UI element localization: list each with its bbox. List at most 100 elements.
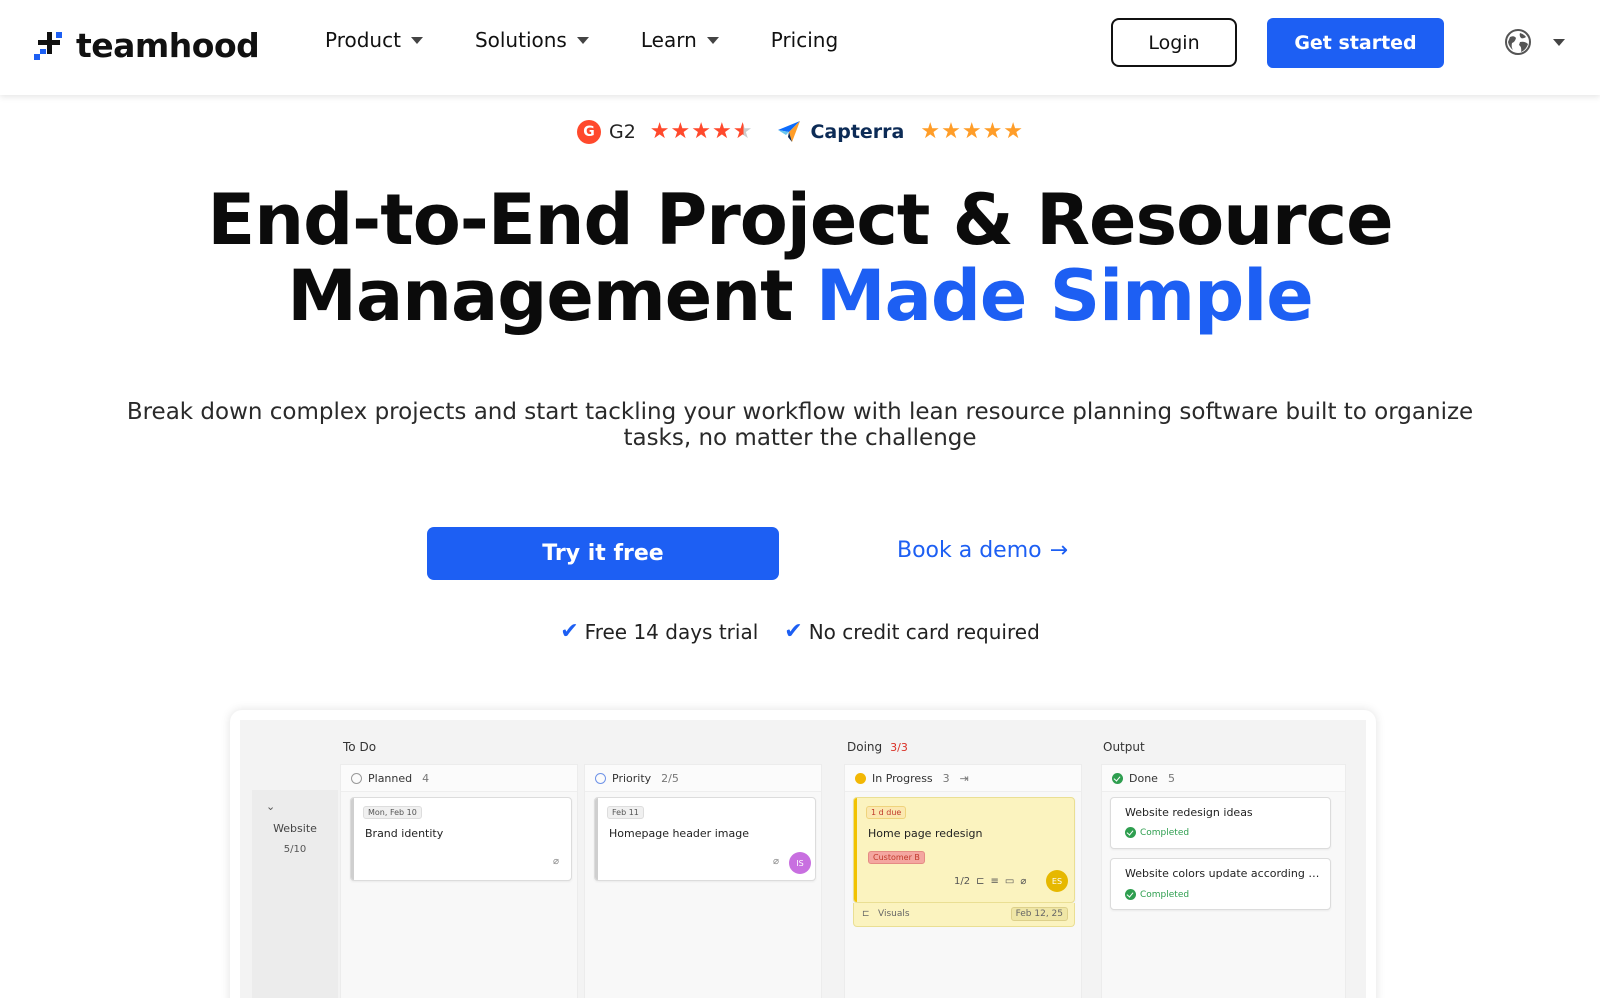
star-icon: ★ <box>941 119 961 144</box>
check-circle-icon <box>1125 827 1136 838</box>
hero-title-line1: End-to-End Project & Resource <box>207 179 1393 261</box>
star-icon: ★ <box>1003 119 1024 144</box>
teamhood-logo-icon <box>34 31 62 60</box>
subcolumn-label: In Progress <box>872 771 933 785</box>
column-header-doing: Doing 3/3 <box>847 740 908 754</box>
product-screenshot: To Do Doing 3/3 Output ⌄ Website 5/10 Pla… <box>230 710 1376 998</box>
card-color-bar <box>854 798 857 902</box>
nav-item-learn[interactable]: Learn <box>641 28 719 52</box>
customer-label: Customer B <box>868 851 925 864</box>
chevron-down-icon <box>1553 38 1565 46</box>
status-circle-icon <box>351 772 362 784</box>
checkmark-icon: ✔ <box>784 619 803 644</box>
swimlane-website[interactable]: ⌄ Website 5/10 <box>252 790 338 998</box>
avatar[interactable]: ES <box>1046 870 1068 892</box>
login-button[interactable]: Login <box>1111 18 1237 67</box>
subcolumn-count: 5 <box>1167 771 1175 785</box>
column-label: Output <box>1103 740 1145 754</box>
card-website-redesign-ideas[interactable]: Website redesign ideas Completed <box>1110 797 1331 849</box>
subcolumn-count: 2/5 <box>661 771 679 785</box>
card-meta-icons: 1/2 ⊏ ≡ ▭ ⌀ <box>954 876 1026 887</box>
in-progress-icon <box>855 772 866 784</box>
card-website-colors-update[interactable]: Website colors update according to t... … <box>1110 858 1331 910</box>
subcolumn-count: 3 <box>942 771 950 785</box>
star-icon: ★ <box>711 119 732 144</box>
wip-count: 3/3 <box>890 741 908 754</box>
nav-item-product[interactable]: Product <box>325 28 423 52</box>
description-icon: ≡ <box>990 876 999 887</box>
move-icon: ⇥ <box>959 771 969 785</box>
attachment-icon: ⌀ <box>1020 876 1027 887</box>
kanban-board: To Do Doing 3/3 Output ⌄ Website 5/10 Pla… <box>240 720 1366 998</box>
benefit-label: Free 14 days trial <box>584 619 759 644</box>
language-selector[interactable] <box>1505 29 1565 55</box>
card-title: Home page redesign <box>868 827 983 840</box>
status-completed: Completed <box>1125 827 1189 838</box>
subcolumn-label: Done <box>1129 771 1158 785</box>
card-title: Homepage header image <box>609 827 749 840</box>
date-tag: Feb 11 <box>607 806 644 819</box>
top-navigation: teamhood Product Solutions Learn Pricing… <box>0 0 1600 95</box>
star-icon: ★ <box>961 119 982 144</box>
nav-item-label: Pricing <box>770 28 839 52</box>
try-free-button[interactable]: Try it free <box>427 527 779 580</box>
card-color-bar <box>595 798 598 880</box>
card-homepage-header[interactable]: Feb 11 Homepage header image ⌀ IS <box>594 797 816 881</box>
status-label: Completed <box>1140 889 1190 900</box>
card-title: Brand identity <box>365 827 444 840</box>
column-label: To Do <box>343 740 377 754</box>
chevron-down-icon <box>576 36 589 44</box>
get-started-button[interactable]: Get started <box>1267 18 1444 68</box>
subcolumn-header: Planned 4 <box>341 765 577 792</box>
nav-item-solutions[interactable]: Solutions <box>475 28 589 52</box>
subcolumn-header: Priority 2/5 <box>585 765 821 792</box>
chevron-down-icon[interactable]: ⌄ <box>266 800 275 813</box>
subcolumn-header: In Progress 3 ⇥ <box>845 765 1081 792</box>
check-circle-icon <box>1112 772 1123 784</box>
benefit-label: No credit card required <box>808 619 1040 644</box>
check-circle-icon <box>1125 889 1136 900</box>
status-label: Completed <box>1140 827 1190 838</box>
star-icon: ★ <box>670 119 691 144</box>
nav-item-label: Learn <box>640 28 697 52</box>
main-menu: Product Solutions Learn Pricing <box>325 28 890 52</box>
card-title: Website colors update according to t... <box>1125 867 1320 880</box>
ratings-bar: G G2 ★ ★ ★ ★ ★ Capterra ★ ★ ★ ★ ★ <box>0 120 1600 144</box>
attachment-icon: ⌀ <box>773 856 780 867</box>
avatar[interactable]: IS <box>789 852 811 874</box>
status-completed: Completed <box>1125 889 1189 900</box>
hero-subtitle: Break down complex projects and start ta… <box>126 399 1474 451</box>
subtask-icon: ⊏ <box>976 876 985 887</box>
g2-rating[interactable]: G G2 ★ ★ ★ ★ ★ <box>576 120 753 144</box>
lane-count: 5/10 <box>283 844 307 855</box>
capterra-rating[interactable]: Capterra ★ ★ ★ ★ ★ <box>778 121 1023 143</box>
half-star-icon: ★ <box>732 119 753 144</box>
parent-label: Visuals <box>878 909 910 919</box>
chevron-down-icon <box>706 36 719 44</box>
checklist-count: 1/2 <box>954 876 971 887</box>
book-demo-link[interactable]: Book a demo → <box>897 538 1068 563</box>
card-color-bar <box>351 798 354 880</box>
benefit-free-trial: ✔ Free 14 days trial <box>560 619 758 644</box>
capterra-logo-icon <box>778 121 801 142</box>
nav-item-pricing[interactable]: Pricing <box>771 28 838 52</box>
lane-name: Website <box>273 822 317 835</box>
capterra-stars: ★ ★ ★ ★ ★ <box>920 121 1023 143</box>
card-footer: ⊏ Visuals Feb 12, 25 <box>853 903 1075 927</box>
due-tag: 1 d due <box>866 806 907 819</box>
status-circle-icon <box>595 772 606 784</box>
card-home-page-redesign[interactable]: 1 d due Home page redesign Customer B 1/… <box>853 797 1075 903</box>
globe-icon <box>1505 29 1531 55</box>
logo[interactable]: teamhood <box>32 26 260 65</box>
nav-item-label: Product <box>325 28 401 52</box>
card-brand-identity[interactable]: Mon, Feb 10 Brand identity ⌀ <box>350 797 572 881</box>
star-icon: ★ <box>691 119 711 144</box>
attachment-icon: ⌀ <box>553 856 560 867</box>
hero-title-accent: Made Simple <box>815 255 1314 337</box>
card-title: Website redesign ideas <box>1125 806 1253 819</box>
g2-stars: ★ ★ ★ ★ ★ <box>650 121 753 143</box>
benefit-no-card: ✔ No credit card required <box>784 619 1040 644</box>
book-demo-label: Book a demo <box>897 538 1042 563</box>
logo-text: teamhood <box>76 26 260 65</box>
date-tag: Feb 12, 25 <box>1010 907 1068 921</box>
